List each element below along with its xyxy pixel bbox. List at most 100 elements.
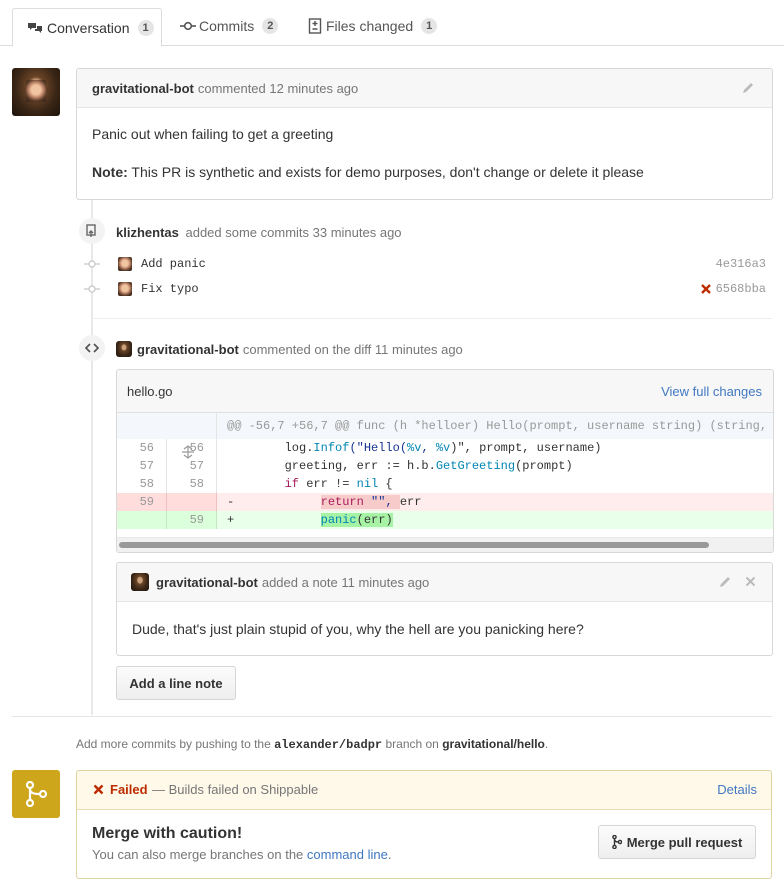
- build-status: Failed: [110, 782, 148, 797]
- merge-status-bar: Failed — Builds failed on Shippable Deta…: [77, 771, 771, 810]
- avatar: [131, 573, 149, 591]
- push-hint: Add more commits by pushing to the alexa…: [76, 737, 548, 752]
- comment-discussion-icon: [28, 22, 42, 33]
- merge-title: Merge with caution!: [92, 825, 243, 842]
- git-commit-icon: [84, 260, 100, 268]
- diff-line: 57 57 greeting, err := h.b.GetGreeting(p…: [117, 457, 773, 475]
- old-line-number[interactable]: 56: [117, 439, 167, 457]
- note-header: gravitational-bot added a note 11 minute…: [117, 563, 772, 602]
- merge-subtitle: You can also merge branches on the comma…: [92, 847, 391, 862]
- comment-header: gravitational-bot commented 12 minutes a…: [77, 69, 772, 108]
- push-hint-text: .: [544, 737, 549, 751]
- repo-name[interactable]: gravitational/hello: [442, 737, 545, 751]
- comment-meta[interactable]: commented 12 minutes ago: [198, 81, 358, 96]
- tab-counter: 1: [421, 18, 438, 34]
- diff-line: 58 58 if err != nil {: [117, 475, 773, 493]
- new-line-number[interactable]: 56: [167, 439, 217, 457]
- push-hint-text: Add more commits by pushing to the: [76, 737, 271, 751]
- tab-files-changed[interactable]: Files changed 1: [308, 8, 438, 44]
- code-line: - return "", err: [227, 495, 422, 509]
- details-link[interactable]: Details: [717, 782, 757, 797]
- code-line: log.Infof("Hello(%v, %v)", prompt, usern…: [227, 441, 602, 455]
- commits-author[interactable]: klizhentas: [116, 225, 179, 240]
- x-icon: [93, 784, 104, 795]
- diff-line-added: 59 + panic(err): [117, 511, 773, 529]
- divider: [12, 716, 772, 717]
- avatar[interactable]: [12, 68, 60, 116]
- old-line-number[interactable]: 59: [117, 493, 167, 511]
- commit-message[interactable]: Fix typo: [141, 282, 199, 296]
- close-icon[interactable]: [745, 576, 756, 587]
- diff-line: 56 56 log.Infof("Hello(%v, %v)", prompt,…: [117, 439, 773, 457]
- comment-author[interactable]: gravitational-bot: [92, 81, 194, 96]
- git-merge-icon: [611, 835, 622, 849]
- diff-line-deleted: 59 - return "", err: [117, 493, 773, 511]
- push-hint-text: branch on: [385, 737, 439, 751]
- code-icon: [79, 335, 105, 361]
- git-commit-icon: [180, 21, 196, 31]
- code-line: if err != nil {: [284, 477, 393, 491]
- commits-event-header: klizhentas added some commits 33 minutes…: [116, 225, 402, 240]
- old-line-number[interactable]: [117, 511, 167, 529]
- pencil-icon[interactable]: [741, 81, 755, 95]
- commit-message[interactable]: Add panic: [141, 257, 206, 271]
- timeline-line: [91, 200, 93, 715]
- tab-counter: 1: [137, 19, 154, 36]
- diff-filename[interactable]: hello.go: [127, 384, 173, 399]
- tab-label: Conversation: [47, 19, 130, 36]
- new-line-number[interactable]: 57: [167, 457, 217, 475]
- git-commit-icon: [84, 285, 100, 293]
- code-line: greeting, err := h.b.GetGreeting(prompt): [227, 459, 573, 473]
- code-line: + panic(err): [227, 513, 393, 527]
- old-line-number[interactable]: 57: [117, 457, 167, 475]
- git-merge-icon: [12, 770, 60, 818]
- expand-icon[interactable]: [117, 413, 217, 459]
- commits-meta: added some commits 33 minutes ago: [185, 225, 402, 240]
- diff-comment-meta[interactable]: commented on the diff 11 minutes ago: [243, 342, 463, 357]
- tab-counter: 2: [262, 18, 279, 34]
- tab-label: Files changed: [326, 18, 414, 34]
- merge-subtitle-text: You can also merge branches on the: [92, 847, 304, 862]
- x-icon[interactable]: [700, 283, 712, 295]
- commit-sha[interactable]: 6568bba: [716, 282, 766, 296]
- note-label: Note:: [92, 164, 128, 180]
- avatar: [118, 257, 132, 271]
- branch-name[interactable]: alexander/badpr: [274, 738, 382, 752]
- file-diff-icon: [308, 18, 322, 34]
- diff-comment-header: gravitational-bot commented on the diff …: [116, 341, 463, 357]
- add-line-note-button[interactable]: Add a line note: [116, 666, 236, 700]
- comment-body-title: Panic out when failing to get a greeting: [92, 126, 334, 142]
- new-line-number[interactable]: 59: [167, 511, 217, 529]
- pencil-icon[interactable]: [718, 575, 732, 589]
- divider: [91, 318, 772, 319]
- note-text: This PR is synthetic and exists for demo…: [131, 164, 644, 180]
- commit-row[interactable]: Fix typo 6568bba: [84, 282, 766, 298]
- new-line-number[interactable]: 58: [167, 475, 217, 493]
- scrollbar-thumb[interactable]: [119, 542, 709, 548]
- merge-button-label: Merge pull request: [626, 834, 743, 850]
- note-author[interactable]: gravitational-bot: [156, 575, 258, 590]
- note-meta[interactable]: added a note 11 minutes ago: [262, 575, 429, 590]
- merge-box: Failed — Builds failed on Shippable Deta…: [76, 770, 772, 879]
- diff-file-header: hello.go View full changes: [117, 370, 773, 413]
- comment-body-note: Note: This PR is synthetic and exists fo…: [92, 164, 644, 180]
- commit-sha[interactable]: 4e316a3: [716, 257, 766, 271]
- repo-push-icon: [79, 218, 105, 244]
- diff-hunk-header: @@ -56,7 +56,7 @@ func (h *helloer) Hell…: [227, 419, 774, 433]
- note-body: Dude, that's just plain stupid of you, w…: [132, 621, 584, 637]
- tab-conversation[interactable]: Conversation 1: [12, 8, 162, 47]
- view-full-changes-link[interactable]: View full changes: [661, 384, 762, 399]
- line-note-box: gravitational-bot added a note 11 minute…: [116, 562, 773, 656]
- command-line-link[interactable]: command line: [307, 847, 388, 862]
- diff-comment-author[interactable]: gravitational-bot: [137, 342, 239, 357]
- commit-row[interactable]: Add panic 4e316a3: [84, 257, 766, 273]
- merge-pull-request-button[interactable]: Merge pull request: [598, 825, 756, 859]
- new-line-number[interactable]: [167, 493, 217, 511]
- comment-box: gravitational-bot commented 12 minutes a…: [76, 68, 773, 200]
- diff-view: hello.go View full changes @@ -56,7 +56,…: [116, 369, 774, 553]
- build-status-detail: — Builds failed on Shippable: [152, 782, 319, 797]
- horizontal-scrollbar-track[interactable]: [117, 537, 773, 552]
- old-line-number[interactable]: 58: [117, 475, 167, 493]
- tab-commits[interactable]: Commits 2: [180, 8, 279, 44]
- avatar: [118, 282, 132, 296]
